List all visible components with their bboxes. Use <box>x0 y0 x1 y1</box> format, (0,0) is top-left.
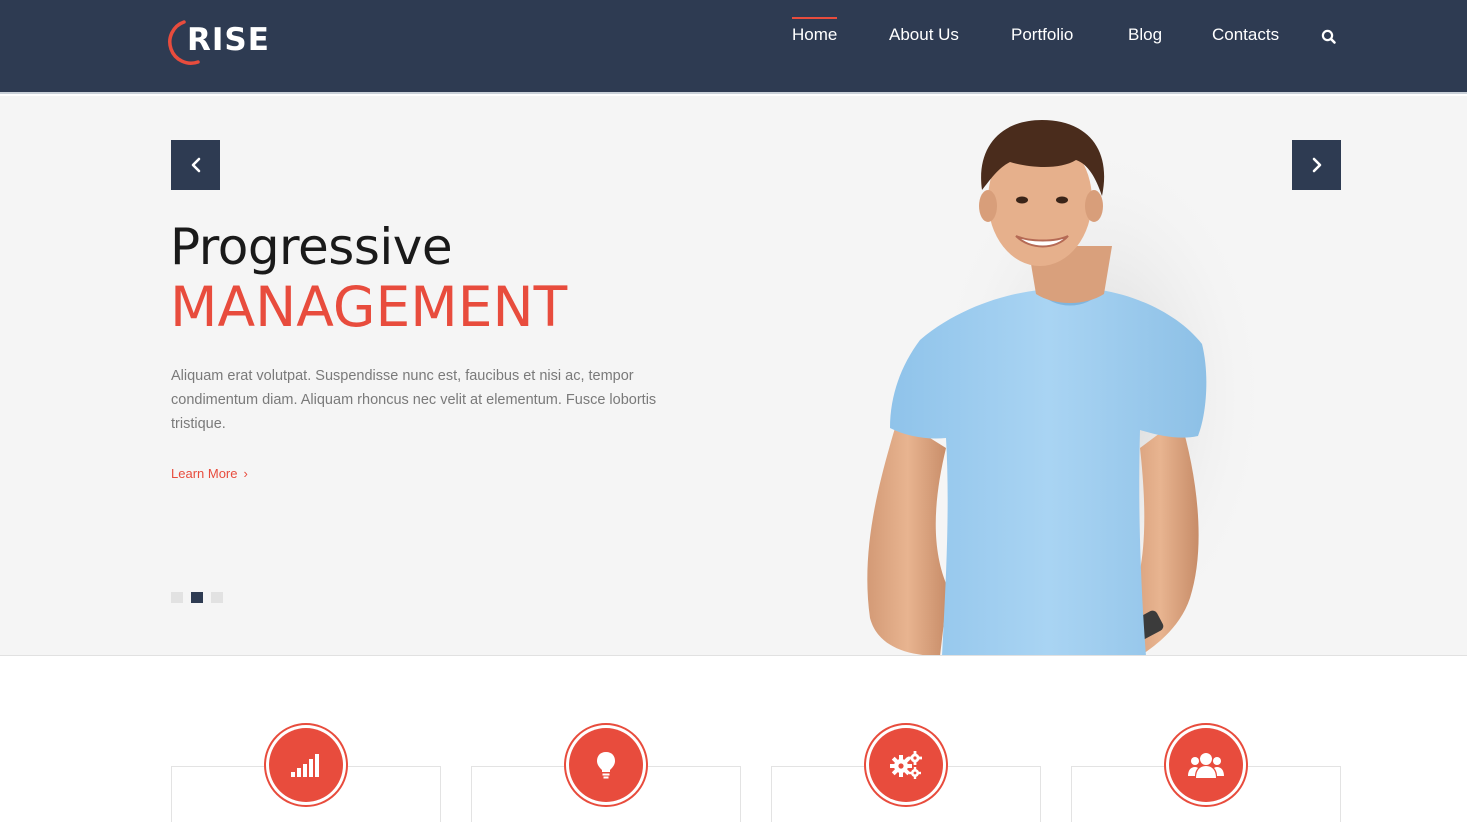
learn-more-link[interactable]: Learn More › <box>171 466 248 481</box>
slider-pagination <box>171 592 223 603</box>
slider-prev-button[interactable] <box>171 140 220 190</box>
chevron-right-small-icon: › <box>243 466 248 481</box>
slider-dot-3[interactable] <box>211 592 223 603</box>
gears-icon <box>890 751 922 779</box>
learn-more-label: Learn More <box>171 466 238 481</box>
feature-icon-circle-2[interactable] <box>564 723 648 807</box>
search-icon <box>1321 29 1336 44</box>
nav-item-contacts[interactable]: Contacts <box>1212 25 1279 45</box>
main-nav: Home About Us Portfolio Blog Contacts <box>0 0 1467 94</box>
chevron-left-icon <box>191 157 200 173</box>
users-icon <box>1188 753 1224 778</box>
signal-bars-icon <box>291 754 319 777</box>
hero-slider: Progressive MANAGEMENT Aliquam erat volu… <box>0 96 1467 656</box>
slider-next-button[interactable] <box>1292 140 1341 190</box>
nav-item-blog[interactable]: Blog <box>1128 25 1162 45</box>
hero-subtitle: MANAGEMENT <box>170 275 568 339</box>
nav-item-home[interactable]: Home <box>792 17 838 45</box>
slider-dot-2[interactable] <box>191 592 203 603</box>
lightbulb-icon <box>597 752 615 779</box>
search-button[interactable] <box>1320 28 1338 46</box>
hero-description: Aliquam erat volutpat. Suspendisse nunc … <box>171 368 657 432</box>
feature-icon-circle-3[interactable] <box>864 723 948 807</box>
hero-title: Progressive <box>170 218 453 276</box>
hero-person-image <box>867 120 1270 655</box>
chevron-right-icon <box>1312 157 1321 173</box>
nav-item-about-us[interactable]: About Us <box>889 25 959 45</box>
feature-icon-circle-4[interactable] <box>1164 723 1248 807</box>
feature-icon-circle-1[interactable] <box>264 723 348 807</box>
slider-dot-1[interactable] <box>171 592 183 603</box>
nav-item-portfolio[interactable]: Portfolio <box>1011 25 1073 45</box>
site-header: RISE Home About Us Portfolio Blog Contac… <box>0 0 1467 94</box>
